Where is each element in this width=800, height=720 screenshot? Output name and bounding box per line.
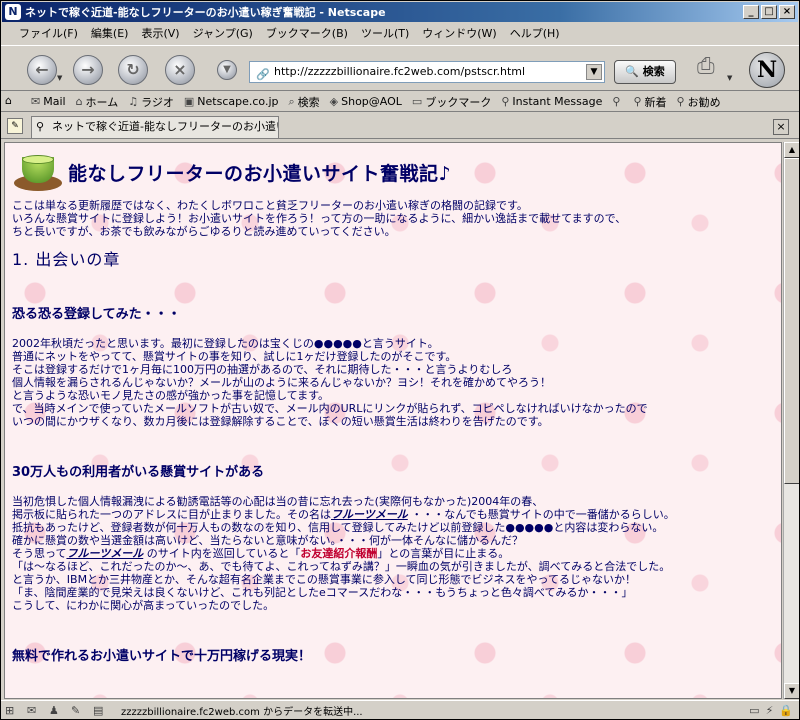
back-dropdown-icon[interactable]: ▼ — [57, 74, 65, 82]
minimize-button[interactable]: _ — [743, 5, 759, 19]
fruit-mail-link[interactable]: フルーツメール — [331, 508, 408, 521]
url-history-dropdown[interactable]: ▼ — [217, 60, 237, 80]
mail-icon: ✉ — [31, 95, 41, 108]
browser-window: N ネットで稼ぐ近道-能なしフリーターのお小遣い稼ぎ奮戦記 - Netscape… — [0, 0, 800, 720]
address-book-icon[interactable]: ▤ — [93, 704, 111, 718]
bookmark-blank[interactable]: ⚲ — [612, 95, 623, 108]
url-text: http://zzzzzbillionaire.fc2web.com/pstsc… — [274, 65, 526, 78]
section-3-title: 無料で作れるお小遣いサイトで十万円稼げる現実！ — [12, 649, 312, 664]
intro-text: ここは単なる更新履歴ではなく、わたくしボワロこと貧乏フリーターのお小遣い稼ぎの格… — [12, 199, 627, 238]
link-icon: ⚲ — [676, 95, 685, 108]
window-title: ネットで稼ぐ近道-能なしフリーターのお小遣い稼ぎ奮戦記 - Netscape — [25, 6, 386, 19]
url-dropdown-icon[interactable]: ▼ — [586, 64, 602, 80]
netscape-logo[interactable]: N — [749, 52, 785, 88]
navigator-icon[interactable]: ⊞ — [5, 704, 23, 718]
friend-referral-highlight: お友達紹介報酬 — [300, 547, 378, 560]
menu-help[interactable]: ヘルプ(H) — [510, 25, 560, 41]
menu-edit[interactable]: 編集(E) — [91, 25, 129, 41]
maximize-button[interactable]: □ — [761, 5, 777, 19]
menu-go[interactable]: ジャンプ(G) — [193, 25, 253, 41]
url-field[interactable]: 🔗 http://zzzzzbillionaire.fc2web.com/pst… — [249, 61, 605, 83]
bookmark-new[interactable]: ⚲ 新着 — [633, 94, 666, 110]
netscape-app-icon: N — [5, 4, 21, 20]
menu-tools[interactable]: ツール(T) — [361, 25, 409, 41]
title-bar: N ネットで稼ぐ近道-能なしフリーターのお小遣い稼ぎ奮戦記 - Netscape… — [2, 2, 798, 22]
section-3: 無料で作れるお小遣いサイトで十万円稼げる現実！ — [12, 650, 772, 663]
print-dropdown-icon[interactable]: ▼ — [727, 74, 735, 82]
print-icon[interactable]: ⎙ — [697, 54, 727, 82]
bookmark-search[interactable]: ⌕ 検索 — [288, 94, 319, 110]
section-2-title: 30万人もの利用者がいる懸賞サイトがある — [12, 465, 265, 480]
bookmark-mail[interactable]: ✉ Mail — [31, 95, 66, 108]
link-icon: ⚲ — [612, 95, 621, 108]
menu-window[interactable]: ウィンドウ(W) — [422, 25, 496, 41]
status-bar: ⊞ ✉ ♟ ✎ ▤ zzzzzbillionaire.fc2web.com から… — [1, 700, 799, 719]
my-icon: ▣ — [183, 95, 195, 108]
menu-bar: ファイル(F) 編集(E) 表示(V) ジャンプ(G) ブックマーク(B) ツー… — [1, 23, 799, 43]
back-button[interactable]: ← — [27, 55, 57, 85]
bookmark-radio[interactable]: ♫ ラジオ — [128, 94, 174, 110]
vertical-scrollbar[interactable]: ▲ ▼ — [783, 142, 799, 699]
headphones-icon: ♫ — [128, 95, 139, 108]
folder-icon: ▭ — [411, 95, 423, 108]
navigation-toolbar: ← ▼ → ↻ × ▼ 🔗 http://zzzzzbillionaire.fc… — [1, 45, 799, 91]
menu-bookmarks[interactable]: ブックマーク(B) — [266, 25, 348, 41]
online-status-icon: ⚡ — [765, 704, 774, 717]
house-icon: ⌂ — [75, 95, 83, 108]
green-tea-cup-image — [12, 151, 64, 193]
chapter-heading: 1. 出会いの章 — [12, 250, 121, 269]
page-icon: ⚲ — [36, 120, 45, 133]
scroll-down-icon[interactable]: ▼ — [784, 683, 799, 699]
home-icon[interactable]: ⌂ — [5, 94, 25, 110]
composer-icon[interactable]: ✎ — [71, 704, 89, 718]
link-icon: ⚲ — [633, 95, 642, 108]
fruit-mail-link-2[interactable]: フルーツメール — [66, 547, 143, 560]
security-lock-icon: 🔒 — [779, 704, 793, 717]
page-title: 能なしフリーターのお小遣いサイト奮戦記♪ — [68, 162, 452, 185]
search-button[interactable]: 🔍 検索 — [614, 60, 676, 84]
progress-icon: ▭ — [749, 704, 760, 717]
new-tab-icon[interactable]: ✎ — [7, 118, 23, 134]
page-proxy-icon: 🔗 — [256, 68, 270, 81]
close-window-button[interactable]: × — [779, 5, 795, 19]
bookmark-home[interactable]: ⌂ ホーム — [76, 94, 119, 110]
aim-icon[interactable]: ♟ — [49, 704, 67, 718]
scroll-up-icon[interactable]: ▲ — [784, 142, 799, 158]
bookmark-im[interactable]: ⚲ Instant Message — [501, 95, 602, 108]
close-tab-button[interactable]: × — [773, 119, 789, 135]
magnifier-icon: ⌕ — [288, 94, 295, 108]
bookmark-bookmarks[interactable]: ▭ ブックマーク — [412, 94, 491, 110]
tab-bar: ✎ ⚲ ネットで稼ぐ近道-能なしフリーターのお小遣い... × — [1, 113, 799, 139]
forward-button[interactable]: → — [73, 55, 103, 85]
section-1-title: 恐る恐る登録してみた・・・ — [12, 307, 181, 322]
bookmarks-toolbar: ⌂ ✉ Mail ⌂ ホーム ♫ ラジオ ▣ Netscape.co.jp ⌕ 検索 ◈ S… — [1, 92, 799, 112]
aol-icon: ◈ — [329, 95, 339, 108]
link-icon: ⚲ — [501, 95, 510, 108]
menu-view[interactable]: 表示(V) — [141, 25, 179, 41]
reload-button[interactable]: ↻ — [118, 55, 148, 85]
bookmark-recommended[interactable]: ⚲ お勧め — [677, 94, 721, 110]
tab-current[interactable]: ⚲ ネットで稼ぐ近道-能なしフリーターのお小遣い... — [31, 116, 279, 138]
stop-button[interactable]: × — [165, 55, 195, 85]
bookmark-shop[interactable]: ◈ Shop@AOL — [330, 95, 402, 108]
search-icon: 🔍 — [625, 65, 639, 78]
mail-icon[interactable]: ✉ — [27, 704, 45, 718]
status-message: zzzzzbillionaire.fc2web.com からデータを転送中... — [121, 707, 363, 718]
tab-title: ネットで稼ぐ近道-能なしフリーターのお小遣い... — [52, 120, 279, 133]
bookmark-netscape[interactable]: ▣ Netscape.co.jp — [184, 95, 279, 108]
scroll-thumb[interactable] — [784, 158, 799, 484]
section-2: 30万人もの利用者がいる懸賞サイトがある 当初危惧した個人情報漏洩による勧誘電話… — [12, 466, 772, 612]
section-1: 恐る恐る登録してみた・・・ 2002年秋頃だったと思います。最初に登録したのは宝… — [12, 308, 772, 428]
menu-file[interactable]: ファイル(F) — [19, 25, 78, 41]
page-content: 能なしフリーターのお小遣いサイト奮戦記♪ ここは単なる更新履歴ではなく、わたくし… — [4, 142, 782, 699]
